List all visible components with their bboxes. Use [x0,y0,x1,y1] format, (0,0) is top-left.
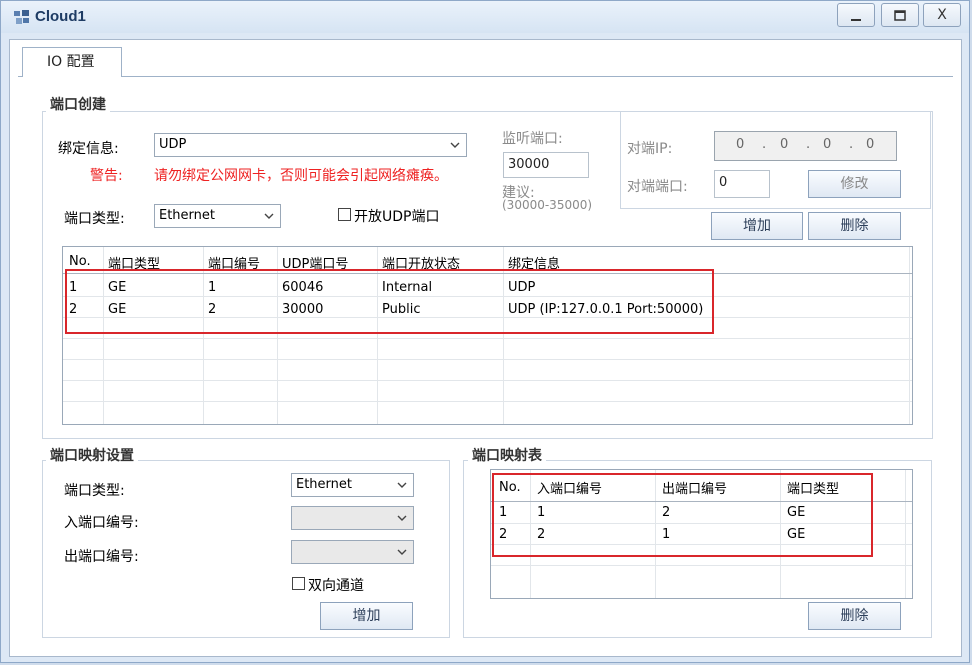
tab-divider [18,76,953,77]
peer-port-label: 对端端口: [627,179,688,195]
modify-button[interactable]: 修改 [808,170,901,198]
cloud1-window: Cloud1 X IO 配置 端口创建 绑定信息: UDP 警告: 请勿绑定公网… [0,0,970,663]
bind-info-select[interactable]: UDP [154,133,467,157]
map-port-type-select[interactable]: Ethernet [291,473,414,497]
port-type-select[interactable]: Ethernet [154,204,281,228]
maximize-button[interactable] [881,3,919,27]
ip-dot: . [762,137,767,152]
ip-dot: . [806,137,811,152]
bidirectional-checkbox[interactable] [292,577,305,590]
warning-label: 警告: [90,168,123,184]
delete-mapping-button[interactable]: 删除 [808,602,901,630]
listen-port-label: 监听端口: [502,131,563,147]
in-port-select[interactable] [291,506,414,530]
warning-text: 请勿绑定公网网卡，否则可能会引起网络瘫痪。 [154,168,448,184]
add-port-button[interactable]: 增加 [711,212,803,240]
bind-info-value: UDP [159,137,187,152]
port-create-title: 端口创建 [46,94,110,114]
port-type-label: 端口类型: [64,211,125,227]
peer-ip-octet-2: 0 [780,137,789,152]
peer-ip-octet-1: 0 [736,137,745,152]
close-button[interactable]: X [923,3,961,27]
delete-port-button[interactable]: 删除 [808,212,901,240]
port-map-settings-title: 端口映射设置 [46,445,138,465]
map-port-type-label: 端口类型: [64,483,125,499]
map-port-type-value: Ethernet [296,477,352,492]
port-map-table-title: 端口映射表 [468,445,546,465]
title-bar[interactable]: Cloud1 X [1,1,969,33]
out-port-select[interactable] [291,540,414,564]
ip-dot: . [849,137,854,152]
port-type-value: Ethernet [159,208,215,223]
chevron-down-icon [264,213,274,219]
highlight-box [65,269,714,334]
suggest-range: (30000-35000) [502,198,593,212]
minimize-icon [851,19,861,21]
close-label: X [937,7,947,23]
minimize-button[interactable] [837,3,875,27]
highlight-box [492,473,873,557]
peer-ip-octet-3: 0 [823,137,832,152]
out-port-label: 出端口编号: [64,549,139,565]
bidirectional-label: 双向通道 [308,578,364,594]
listen-port-input[interactable]: 30000 [503,152,589,178]
chevron-down-icon [397,515,407,521]
peer-ip-label: 对端IP: [627,141,673,157]
chevron-down-icon [450,142,460,148]
chevron-down-icon [397,482,407,488]
bind-info-label: 绑定信息: [58,141,119,157]
client-area: IO 配置 端口创建 绑定信息: UDP 警告: 请勿绑定公网网卡，否则可能会引… [9,39,962,657]
in-port-label: 入端口编号: [64,515,139,531]
cloud-app-icon [14,10,29,24]
peer-port-input[interactable]: 0 [714,170,770,198]
add-mapping-button[interactable]: 增加 [320,602,413,630]
maximize-icon [894,10,906,21]
table-header[interactable]: No. [69,254,91,269]
peer-ip-octet-4: 0 [866,137,875,152]
open-udp-checkbox[interactable] [338,208,351,221]
window-title: Cloud1 [35,8,86,25]
chevron-down-icon [397,549,407,555]
open-udp-label: 开放UDP端口 [354,209,440,225]
tab-io-config[interactable]: IO 配置 [22,47,122,77]
